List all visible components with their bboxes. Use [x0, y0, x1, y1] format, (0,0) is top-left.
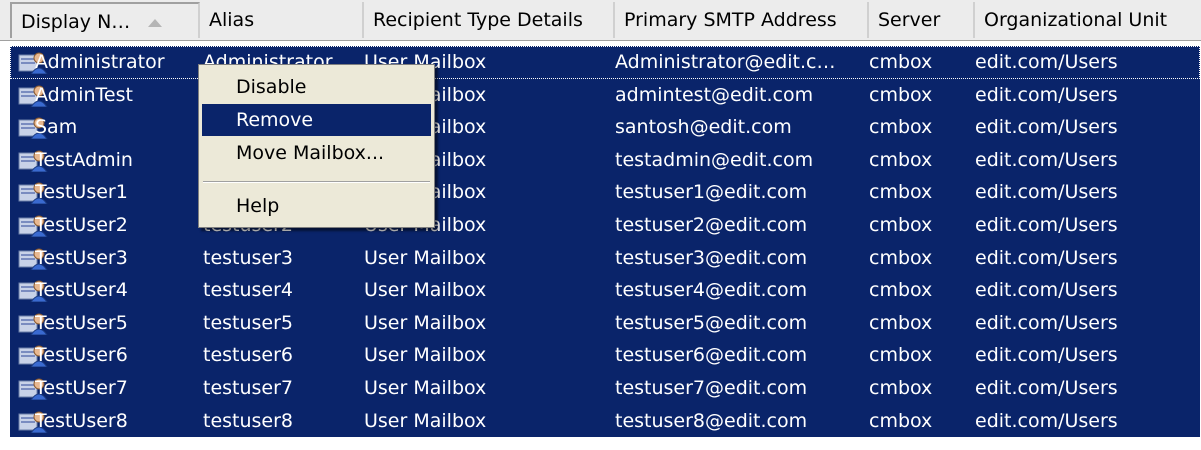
cell-primary-smtp: testadmin@edit.com: [615, 148, 814, 171]
cell-server: cmbox: [869, 279, 933, 302]
cell-primary-smtp: testuser8@edit.com: [615, 409, 808, 432]
menu-item-remove[interactable]: Remove: [202, 104, 431, 136]
cell-organizational-unit: edit.com/Users: [975, 148, 1118, 171]
column-header-label: Primary SMTP Address: [624, 9, 837, 31]
cell-display-name: AdminTest: [35, 83, 133, 106]
mailbox-rows: Administrator Administrator User Mailbox Ad…: [0, 46, 1201, 438]
column-header-label: Server: [878, 9, 941, 31]
cell-server: cmbox: [869, 51, 933, 73]
cell-primary-smtp: santosh@edit.com: [615, 116, 792, 139]
cell-alias: testuser8: [203, 409, 294, 432]
cell-organizational-unit: edit.com/Users: [975, 279, 1118, 302]
cell-recipient-type: User Mailbox: [364, 376, 487, 399]
cell-alias: testuser6: [203, 344, 294, 367]
cell-primary-smtp: testuser7@edit.com: [615, 376, 808, 399]
cell-display-name: TestAdmin: [35, 148, 133, 171]
column-header-display-name[interactable]: Display N…: [10, 2, 200, 38]
cell-server: cmbox: [869, 246, 933, 269]
cell-organizational-unit: edit.com/Users: [975, 376, 1118, 399]
table-row[interactable]: TestUser3 testuser3 User Mailbox testuser3@…: [10, 241, 1200, 275]
cell-organizational-unit: edit.com/Users: [975, 246, 1118, 269]
cell-recipient-type: User Mailbox: [364, 279, 487, 302]
cell-recipient-type: User Mailbox: [364, 409, 487, 432]
cell-organizational-unit: edit.com/Users: [975, 344, 1118, 367]
cell-alias: testuser4: [203, 279, 294, 302]
column-header-primary-smtp[interactable]: Primary SMTP Address: [615, 2, 869, 38]
cell-organizational-unit: edit.com/Users: [975, 311, 1118, 334]
cell-display-name: TestUser5: [35, 311, 128, 334]
table-row[interactable]: TestUser2testuser2User Mailboxtestuser2@…: [10, 208, 1200, 242]
column-header-bar: Display N… Alias Recipient Type Details …: [0, 0, 1201, 41]
menu-item-help[interactable]: Help: [202, 190, 431, 222]
table-row[interactable]: TestUser5 testuser5 User Mailbox testuser5@…: [10, 306, 1200, 340]
cell-primary-smtp: testuser5@edit.com: [615, 311, 808, 334]
cell-primary-smtp: testuser1@edit.com: [615, 181, 808, 204]
cell-alias: testuser7: [203, 376, 294, 399]
cell-display-name: TestUser2: [35, 213, 128, 236]
context-menu: Disable Remove Move Mailbox... Help: [198, 64, 435, 228]
column-header-label: Recipient Type Details: [373, 9, 583, 31]
cell-primary-smtp: testuser6@edit.com: [615, 344, 808, 367]
cell-organizational-unit: edit.com/Users: [975, 83, 1118, 106]
table-row[interactable]: TestUser8 testuser8 User Mailbox testuser8@…: [10, 404, 1200, 438]
cell-display-name: TestUser1: [35, 181, 128, 204]
menu-item-disable[interactable]: Disable: [202, 71, 431, 103]
table-row[interactable]: TestUser7 testuser7 User Mailbox testuser7@…: [10, 371, 1200, 405]
cell-server: cmbox: [869, 181, 933, 204]
menu-separator: [203, 181, 430, 183]
menu-item-move-mailbox[interactable]: Move Mailbox...: [202, 137, 431, 169]
cell-display-name: TestUser4: [35, 279, 128, 302]
cell-organizational-unit: edit.com/Users: [975, 51, 1118, 73]
table-row[interactable]: TestUser1testuser1User Mailboxtestuser1@…: [10, 176, 1200, 209]
cell-server: cmbox: [869, 83, 933, 106]
cell-recipient-type: User Mailbox: [364, 344, 487, 367]
cell-server: cmbox: [869, 409, 933, 432]
table-row[interactable]: AdminTestadmintestUser Mailboxadmintest@…: [10, 78, 1200, 112]
table-row[interactable]: TestAdmintestadminUser Mailboxtestadmin@…: [10, 143, 1200, 177]
cell-primary-smtp: testuser3@edit.com: [615, 246, 808, 269]
mailbox-list-view[interactable]: Display N… Alias Recipient Type Details …: [0, 0, 1201, 450]
table-row[interactable]: Administrator Administrator User Mailbox Ad…: [10, 46, 1200, 79]
column-header-label: Alias: [209, 9, 255, 31]
cell-alias: testuser3: [203, 246, 294, 269]
cell-server: cmbox: [869, 376, 933, 399]
cell-server: cmbox: [869, 344, 933, 367]
table-row[interactable]: TestUser6 testuser6 User Mailbox testuser6@…: [10, 339, 1200, 372]
cell-organizational-unit: edit.com/Users: [975, 181, 1118, 204]
table-row[interactable]: SamsantoshUser Mailboxsantosh@edit.comcm…: [10, 111, 1200, 144]
column-header-organizational-unit[interactable]: Organizational Unit: [975, 2, 1201, 38]
table-row[interactable]: TestUser4 testuser4 User Mailbox testuser4@…: [10, 274, 1200, 307]
cell-display-name: Sam: [35, 116, 78, 139]
cell-organizational-unit: edit.com/Users: [975, 213, 1118, 236]
cell-display-name: TestUser8: [35, 409, 128, 432]
sort-ascending-icon: [148, 18, 163, 27]
cell-primary-smtp: testuser4@edit.com: [615, 279, 808, 302]
column-header-alias[interactable]: Alias: [200, 2, 364, 38]
column-header-server[interactable]: Server: [869, 2, 975, 38]
column-header-label: Display N…: [21, 11, 131, 33]
cell-organizational-unit: edit.com/Users: [975, 409, 1118, 432]
cell-display-name: TestUser6: [35, 344, 128, 367]
cell-display-name: Administrator: [35, 51, 165, 73]
cell-server: cmbox: [869, 148, 933, 171]
cell-server: cmbox: [869, 116, 933, 139]
column-header-recipient-type[interactable]: Recipient Type Details: [364, 2, 615, 38]
cell-display-name: TestUser7: [35, 376, 128, 399]
cell-display-name: TestUser3: [35, 246, 128, 269]
column-header-label: Organizational Unit: [984, 9, 1168, 31]
cell-recipient-type: User Mailbox: [364, 246, 487, 269]
cell-primary-smtp: admintest@edit.com: [615, 83, 814, 106]
cell-primary-smtp: testuser2@edit.com: [615, 213, 808, 236]
cell-primary-smtp: Administrator@edit.c…: [615, 51, 836, 73]
cell-server: cmbox: [869, 311, 933, 334]
cell-server: cmbox: [869, 213, 933, 236]
cell-organizational-unit: edit.com/Users: [975, 116, 1118, 139]
cell-alias: testuser5: [203, 311, 294, 334]
cell-recipient-type: User Mailbox: [364, 311, 487, 334]
